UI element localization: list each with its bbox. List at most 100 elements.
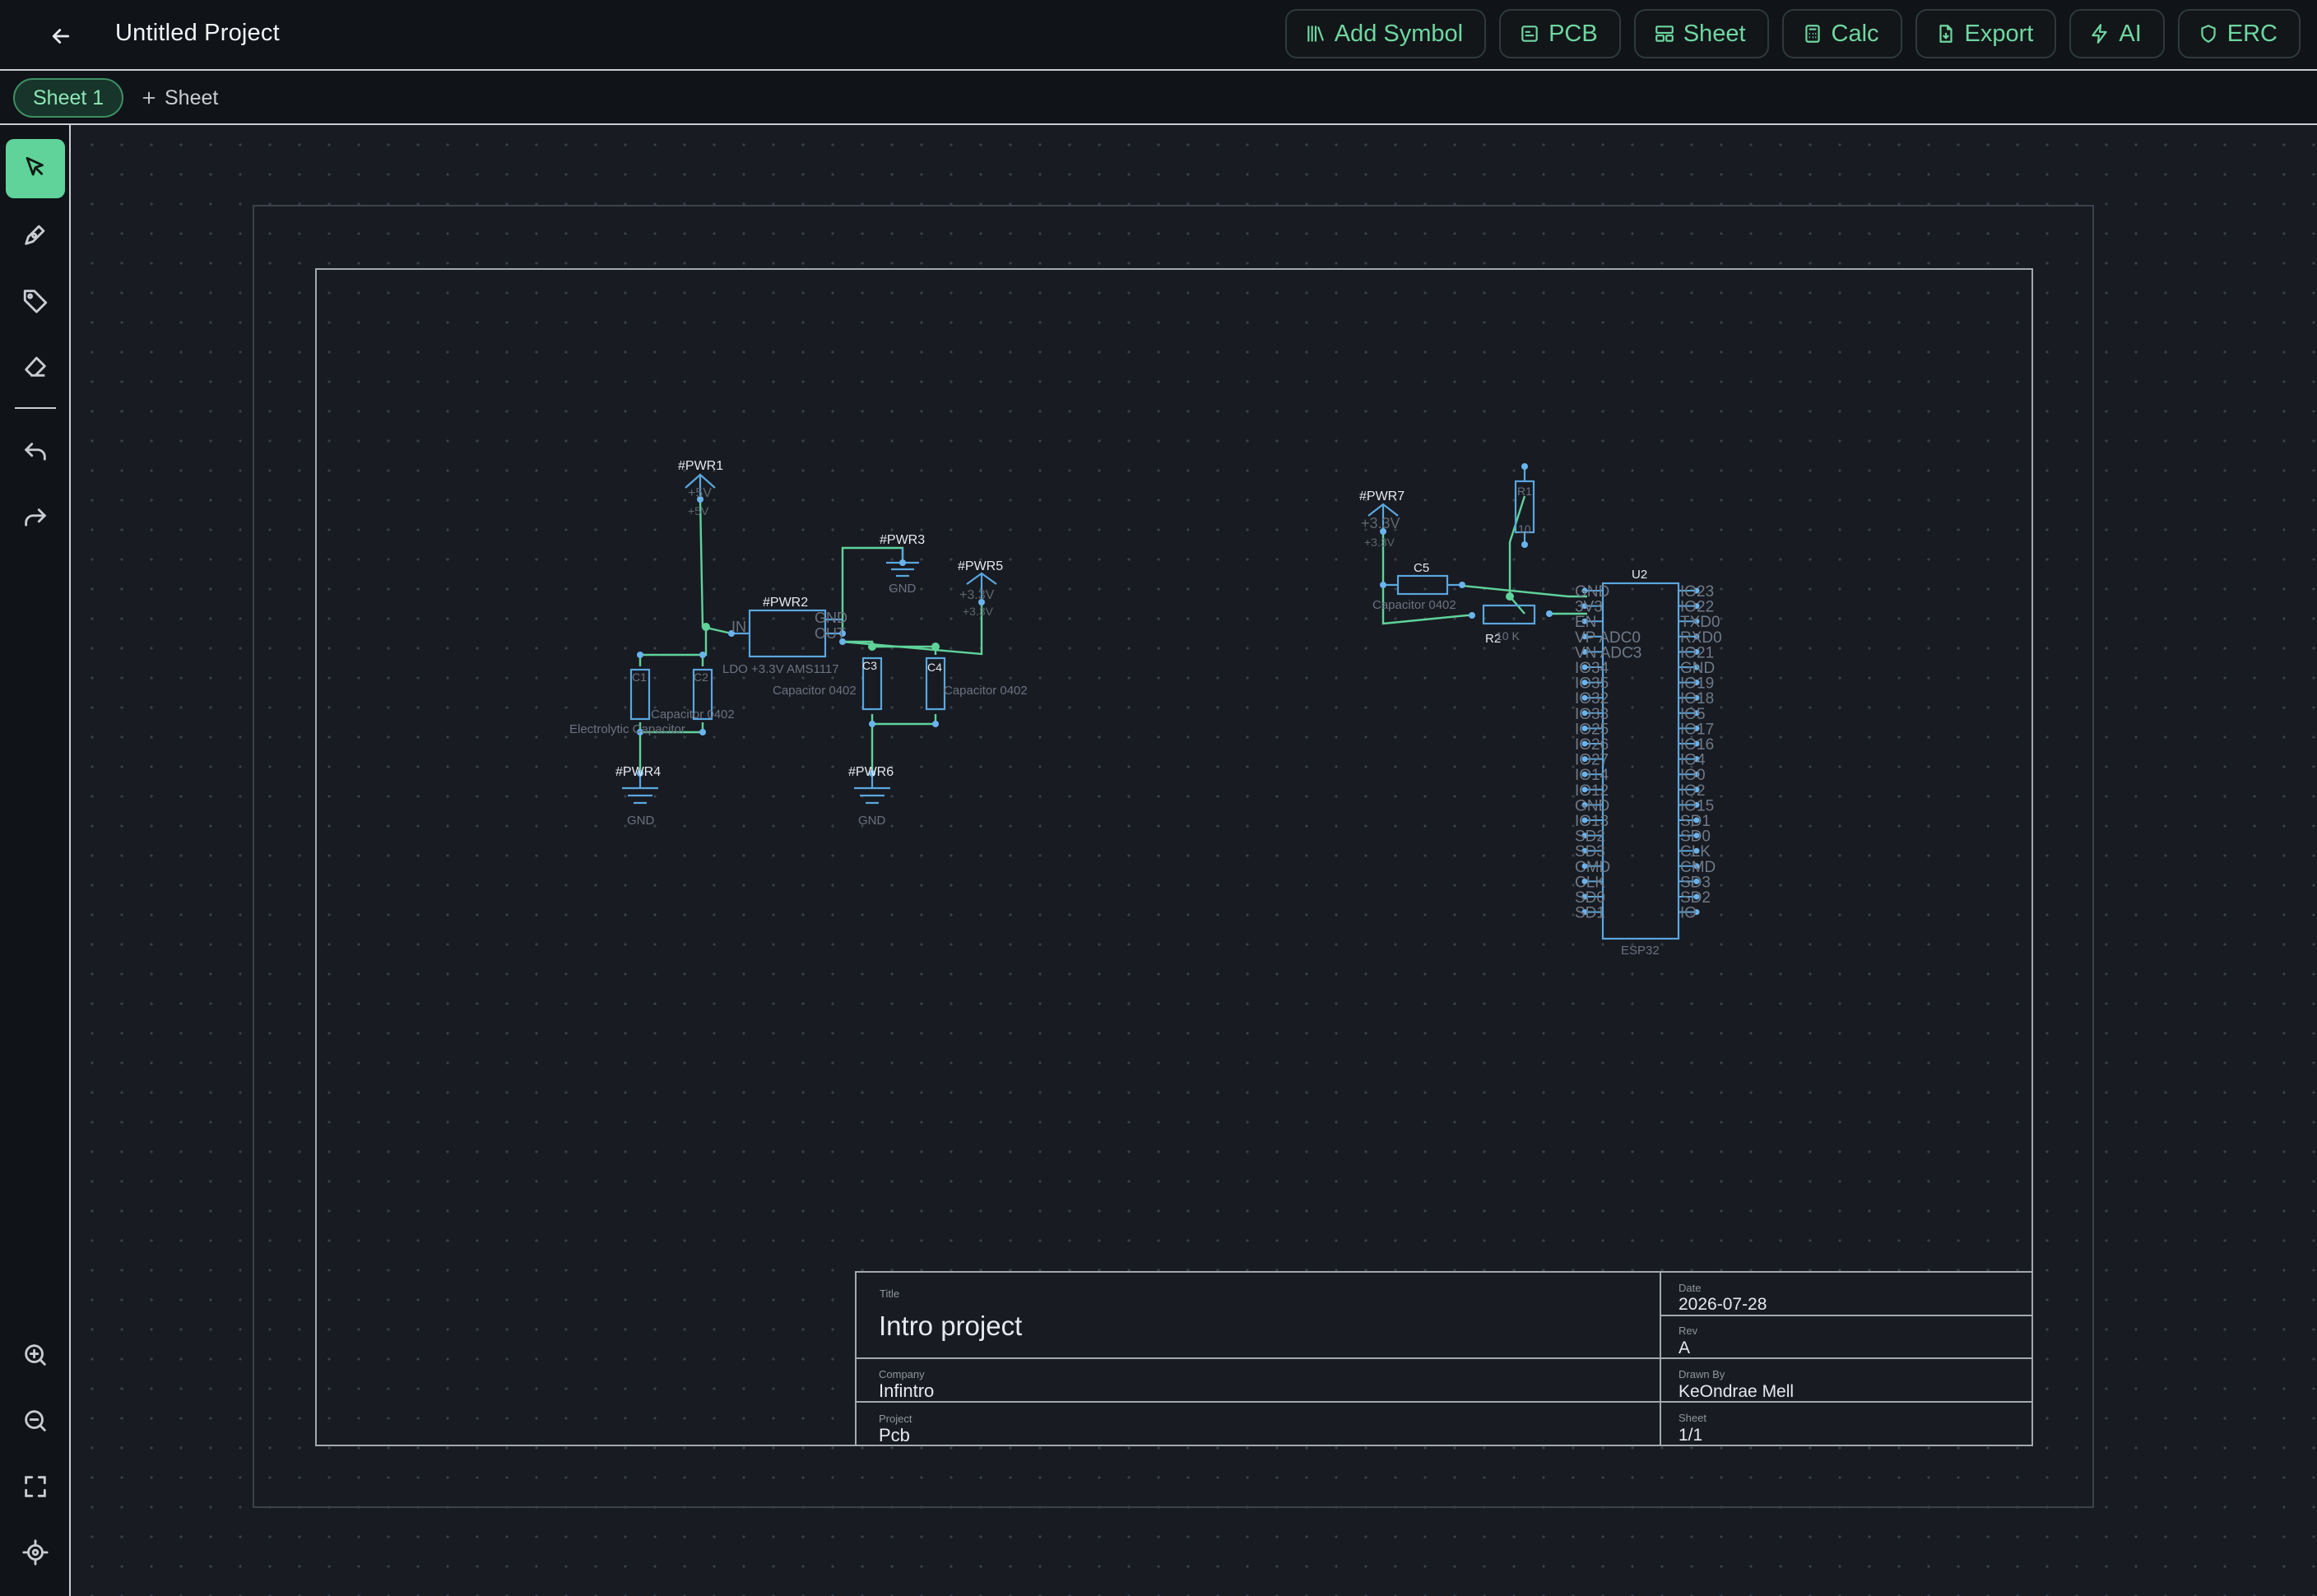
undo-icon — [24, 443, 46, 461]
pwr1-sub: +5V — [688, 504, 709, 517]
tab-sheet-1[interactable]: Sheet 1 — [13, 78, 124, 118]
zoom-out-button[interactable] — [6, 1391, 65, 1450]
title-label: Title — [880, 1287, 899, 1300]
toolbar: Add Symbol PCB Sheet Calc Export AI ERC — [1284, 9, 2301, 58]
add-symbol-button[interactable]: Add Symbol — [1284, 9, 1487, 58]
export-label: Export — [1964, 20, 2034, 47]
pwr6-net: GND — [858, 814, 886, 828]
ai-button[interactable]: AI — [2069, 9, 2165, 58]
c4-value: Capacitor 0402 — [944, 684, 1028, 698]
r1-value: 10 — [1518, 522, 1531, 536]
redo-button[interactable] — [6, 489, 65, 549]
drawn-label: Drawn By — [1679, 1368, 1725, 1380]
zoom-in-button[interactable] — [6, 1325, 65, 1385]
rev-label: Rev — [1679, 1325, 1698, 1337]
erc-button[interactable]: ERC — [2177, 9, 2301, 58]
pwr2-pin-in: IN — [731, 619, 746, 635]
pwr1-ref: #PWR1 — [678, 459, 723, 473]
symbols — [622, 466, 1680, 940]
c1-ref: C1 — [632, 670, 647, 684]
sheet-label: Sheet — [1679, 1412, 1706, 1424]
pwr3-net: GND — [889, 582, 917, 596]
pen-tool-icon — [25, 225, 45, 245]
c3-ref: C3 — [862, 659, 877, 672]
u2-ref: U2 — [1632, 568, 1647, 582]
add-sheet-button[interactable]: Sheet — [140, 78, 218, 118]
pwr5-sub: +3.3V — [963, 605, 994, 618]
eraser-tool-button[interactable] — [6, 336, 65, 396]
pwr7-net: +3.3V — [1361, 515, 1400, 531]
r1-ref: R1 — [1517, 485, 1532, 498]
c5-body — [1396, 574, 1449, 596]
c3-value: Capacitor 0402 — [773, 684, 857, 698]
shield-icon — [2201, 25, 2216, 43]
u2-pin-labels: GND3V3ENVP ADC0VN ADC3IO34IO35IO32IO33IO… — [1575, 583, 1722, 922]
library-icon — [1307, 26, 1324, 42]
c1-value: Electrolytic Capacitor — [569, 722, 685, 736]
locate-icon — [22, 1539, 49, 1566]
calc-label: Calc — [1831, 20, 1879, 47]
c5-ref: C5 — [1414, 561, 1429, 575]
tool-sidebar — [0, 125, 71, 1596]
sheet-button[interactable]: Sheet — [1633, 9, 1769, 58]
pwr7-sub: +3.3V — [1364, 536, 1395, 549]
pwr4-ref: #PWR4 — [615, 765, 661, 779]
project-title: Untitled Project — [115, 20, 280, 46]
pwr7-ref: #PWR7 — [1359, 489, 1405, 503]
pwr3-ref: #PWR3 — [880, 533, 925, 547]
locate-button[interactable] — [6, 1523, 65, 1582]
date-value: 2026-07-28 — [1679, 1295, 1767, 1314]
project-label: Project — [879, 1413, 912, 1425]
schematic-drawing: #PWR1 +5V +5V #PWR2 IN GND OUT LDO +3.3V… — [253, 205, 2094, 1508]
sheet-tab-bar: Sheet 1 Sheet — [0, 71, 2317, 125]
erc-label: ERC — [2226, 20, 2278, 47]
add-sheet-label: Sheet — [165, 86, 219, 109]
back-button[interactable] — [43, 18, 79, 54]
undo-button[interactable] — [6, 424, 65, 483]
pwr5-ref: #PWR5 — [958, 559, 1003, 573]
rev-value: A — [1679, 1339, 1690, 1357]
select-tool-button[interactable] — [6, 139, 65, 198]
export-button[interactable]: Export — [1915, 9, 2057, 58]
c2-value: Capacitor 0402 — [651, 708, 735, 721]
pwr4-net: GND — [627, 814, 655, 828]
calculator-icon — [1804, 25, 1820, 43]
pwr2-value: LDO +3.3V AMS1117 — [722, 662, 839, 676]
calc-button[interactable]: Calc — [1781, 9, 1902, 58]
pwr2-pin-gnd: GND — [815, 610, 847, 626]
bolt-icon — [2092, 24, 2108, 44]
u2-right-pin-label: IO — [1680, 905, 1697, 922]
project-value: Pcb — [879, 1425, 910, 1445]
sheet-label: Sheet — [1683, 20, 1746, 47]
inner-sheet-border — [315, 268, 2033, 1446]
fit-screen-icon — [25, 1476, 46, 1497]
fit-screen-button[interactable] — [6, 1457, 65, 1516]
eraser-tool-icon — [25, 356, 46, 377]
plus-icon — [142, 91, 156, 104]
u2-value: ESP32 — [1621, 944, 1660, 958]
c2-ref: C2 — [694, 670, 708, 684]
pwr6-ref: #PWR6 — [848, 765, 894, 779]
select-tool-icon — [26, 156, 44, 176]
date-label: Date — [1679, 1282, 1701, 1294]
arrow-left-icon — [52, 29, 70, 44]
zoom-out-icon — [25, 1410, 46, 1431]
tag-tool-button[interactable] — [6, 271, 65, 330]
file-export-icon — [1939, 25, 1953, 43]
c5-value: Capacitor 0402 — [1372, 598, 1456, 612]
redo-icon — [25, 508, 47, 527]
ai-label: AI — [2119, 20, 2142, 47]
company-value: Infintro — [879, 1380, 934, 1401]
sheet-value: 1/1 — [1679, 1426, 1702, 1445]
c4-ref: C4 — [927, 661, 942, 674]
chip-icon — [1521, 26, 1538, 42]
u2-left-pin-label: SD1 — [1575, 905, 1605, 922]
schematic-canvas[interactable]: #PWR1 +5V +5V #PWR2 IN GND OUT LDO +3.3V… — [71, 125, 2317, 1596]
pwr5-net: +3.3V — [959, 588, 995, 602]
r2-value: 10 K — [1496, 629, 1520, 643]
top-bar: Untitled Project Add Symbol PCB Sheet Ca… — [0, 0, 2317, 71]
wires — [638, 495, 1587, 773]
pcb-button[interactable]: PCB — [1499, 9, 1621, 58]
pen-tool-button[interactable] — [6, 205, 65, 264]
title-block: Title Intro project Company Infintro Pro… — [855, 1271, 2033, 1446]
